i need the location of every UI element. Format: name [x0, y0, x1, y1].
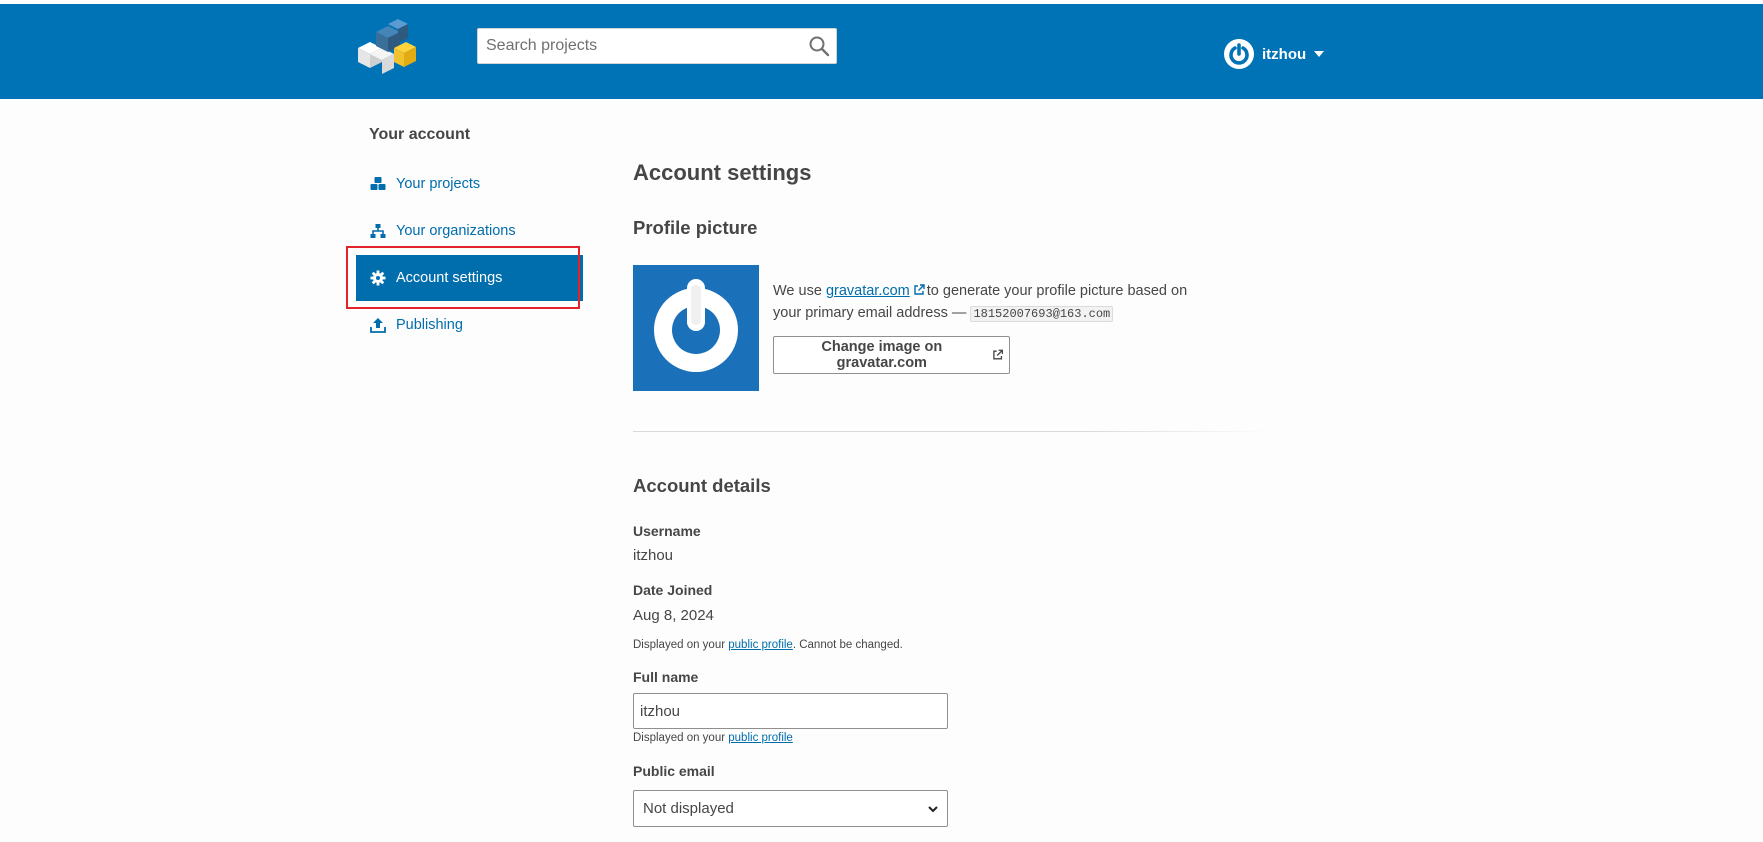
profile-picture	[633, 265, 759, 391]
full-name-input[interactable]	[633, 693, 948, 729]
sidebar-title: Your account	[369, 126, 471, 143]
sidebar-item-publishing[interactable]: Publishing	[356, 302, 583, 348]
public-profile-link[interactable]: public profile	[728, 639, 793, 651]
sidebar-item-label: Account settings	[396, 270, 503, 286]
change-image-button[interactable]: Change image on gravatar.com	[773, 336, 1010, 374]
account-details-heading: Account details	[633, 475, 771, 496]
search-input[interactable]	[478, 29, 798, 63]
chevron-down-icon	[928, 806, 938, 813]
date-joined-label: Date Joined	[633, 582, 713, 598]
cubes-icon	[370, 177, 386, 190]
sidebar-item-label: Your projects	[396, 176, 481, 192]
gravatar-description: We use gravatar.com to generate your prof…	[773, 280, 1213, 325]
search-icon[interactable]	[808, 35, 830, 57]
help-text: . Cannot be changed.	[792, 639, 903, 651]
sidebar-item-label: Your organizations	[396, 223, 516, 239]
help-text: Displayed on your	[633, 639, 726, 651]
gravatar-power-icon	[1224, 39, 1254, 69]
external-link-icon	[914, 284, 925, 295]
user-menu-button[interactable]: itzhou	[1224, 36, 1325, 72]
gravatar-link[interactable]: gravatar.com	[826, 283, 910, 299]
pypi-logo-icon[interactable]	[354, 18, 416, 74]
page-title: Account settings	[633, 160, 812, 185]
gravatar-text-before: We use	[773, 283, 822, 299]
username-label: Username	[633, 523, 701, 539]
public-email-select[interactable]: Not displayed	[633, 790, 948, 827]
primary-email: 18152007693@163.com	[970, 306, 1114, 322]
site-header: itzhou	[0, 4, 1763, 99]
date-joined-value: Aug 8, 2024	[633, 607, 714, 624]
sidebar-item-label: Publishing	[396, 317, 463, 333]
help-text: Displayed on your	[633, 732, 726, 744]
date-joined-help: Displayed on your public profile. Cannot…	[633, 639, 903, 651]
public-profile-link[interactable]: public profile	[728, 732, 793, 744]
external-link-icon	[992, 349, 1003, 360]
sidebar-item-your-projects[interactable]: Your projects	[356, 161, 583, 207]
full-name-help: Displayed on your public profile	[633, 732, 793, 744]
username-value: itzhou	[633, 547, 674, 564]
public-email-selected: Not displayed	[643, 800, 734, 817]
upload-icon	[370, 318, 386, 333]
full-name-label: Full name	[633, 669, 699, 685]
change-image-label: Change image on gravatar.com	[821, 339, 943, 371]
sitemap-icon	[370, 224, 386, 238]
gear-icon	[370, 270, 386, 286]
section-divider	[633, 431, 1273, 432]
search-box	[477, 28, 837, 64]
sidebar-item-your-organizations[interactable]: Your organizations	[356, 208, 583, 254]
sidebar-item-account-settings[interactable]: Account settings	[356, 255, 583, 301]
chevron-down-icon	[1314, 51, 1325, 57]
profile-picture-heading: Profile picture	[633, 217, 758, 238]
public-email-label: Public email	[633, 763, 715, 779]
username-label: itzhou	[1262, 45, 1307, 63]
